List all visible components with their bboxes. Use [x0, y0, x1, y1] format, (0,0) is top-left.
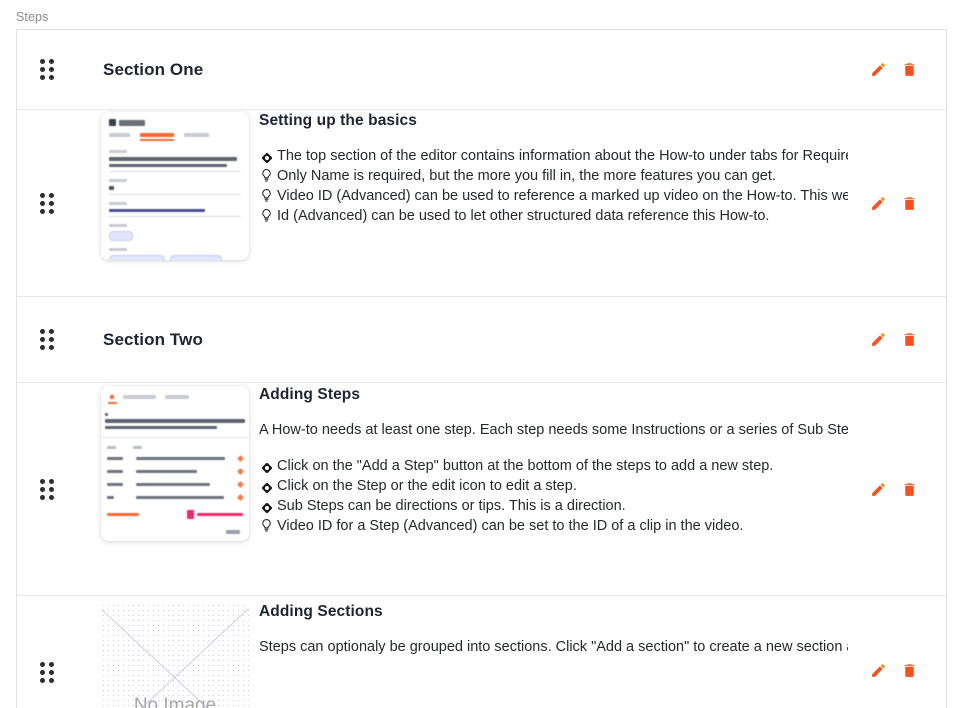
- edit-button[interactable]: [870, 61, 887, 78]
- row-actions: [848, 481, 946, 498]
- trash-icon: [904, 333, 915, 346]
- row-actions: [848, 662, 946, 679]
- delete-button[interactable]: [901, 195, 918, 212]
- edit-button[interactable]: [870, 662, 887, 679]
- sub-step-text: Only Name is required, but the more you …: [277, 168, 776, 184]
- mini-editor-preview: [101, 112, 249, 260]
- step-instructions: A How-to needs at least one step. Each s…: [259, 422, 848, 438]
- sub-step-text: Video ID for a Step (Advanced) can be se…: [277, 518, 744, 534]
- sub-step-text: Video ID (Advanced) can be used to refer…: [277, 188, 848, 204]
- sub-step-text: Id (Advanced) can be used to let other s…: [277, 208, 770, 224]
- drag-dots: [40, 329, 54, 350]
- sub-step-text: Click on the Step or the edit icon to ed…: [277, 478, 577, 494]
- delete-button[interactable]: [901, 331, 918, 348]
- drag-dots: [40, 192, 54, 214]
- step-heading: Adding Sections: [259, 603, 383, 620]
- edit-button[interactable]: [870, 481, 887, 498]
- step-body: No Image Adding Sections Steps can optio…: [77, 596, 848, 708]
- sub-step-item: Click on the Step or the edit icon to ed…: [259, 476, 848, 496]
- lightbulb-icon: [259, 517, 274, 533]
- drag-handle-icon[interactable]: [17, 59, 77, 80]
- diamond-icon: [259, 497, 274, 517]
- pencil-icon: [872, 63, 885, 76]
- sub-step-list: Click on the "Add a Step" button at the …: [259, 456, 848, 536]
- section-title: Section One: [103, 59, 204, 79]
- drag-handle-icon[interactable]: [17, 662, 77, 683]
- diamond-icon: [259, 477, 274, 497]
- trash-icon: [904, 196, 915, 210]
- lightbulb-icon: [259, 167, 274, 183]
- step-heading: Adding Steps: [259, 386, 361, 403]
- step-heading: Setting up the basics: [259, 112, 417, 129]
- drag-handle-icon[interactable]: [17, 329, 77, 350]
- step-body: Setting up the basics The top section of…: [77, 110, 848, 296]
- sub-step-item: Video ID (Advanced) can be used to refer…: [259, 186, 848, 206]
- sub-step-text: Sub Steps can be directions or tips. Thi…: [277, 498, 626, 514]
- delete-button[interactable]: [901, 662, 918, 679]
- lightbulb-icon: [259, 187, 274, 203]
- sub-step-item: The top section of the editor contains i…: [259, 146, 848, 166]
- sub-step-item: Video ID for a Step (Advanced) can be se…: [259, 516, 848, 536]
- no-image-label: No Image: [133, 694, 217, 708]
- sub-step-list: The top section of the editor contains i…: [259, 146, 848, 226]
- step-row[interactable]: Adding Steps A How-to needs at least one…: [17, 383, 946, 596]
- step-thumbnail[interactable]: [101, 112, 249, 260]
- sub-step-text: Click on the "Add a Step" button at the …: [277, 458, 774, 474]
- sub-step-text: The top section of the editor contains i…: [277, 148, 848, 164]
- trash-icon: [904, 482, 915, 496]
- steps-editor-page: Steps Section One Setting up the basics …: [0, 0, 963, 708]
- trash-icon: [904, 63, 915, 76]
- trash-icon: [904, 664, 915, 677]
- edit-button[interactable]: [870, 331, 887, 348]
- drag-handle-icon[interactable]: [17, 478, 77, 500]
- step-text: Setting up the basics The top section of…: [259, 112, 848, 226]
- pencil-icon: [872, 482, 885, 496]
- mini-steps-table-preview: [101, 386, 249, 541]
- section-title: Section Two: [103, 329, 203, 349]
- no-image-placeholder-icon: No Image: [101, 603, 249, 708]
- step-instructions: Steps can optionaly be grouped into sect…: [259, 639, 848, 655]
- step-thumbnail[interactable]: No Image: [101, 603, 249, 708]
- steps-list-panel: Section One Setting up the basics The to…: [16, 29, 947, 708]
- step-text: Adding Sections Steps can optionaly be g…: [259, 603, 848, 673]
- drag-handle-icon[interactable]: [17, 192, 77, 214]
- step-row[interactable]: Setting up the basics The top section of…: [17, 110, 946, 297]
- section-row[interactable]: Section One: [17, 30, 946, 110]
- sub-step-item: Click on the "Add a Step" button at the …: [259, 456, 848, 476]
- section-row[interactable]: Section Two: [17, 297, 946, 383]
- sub-step-item: Id (Advanced) can be used to let other s…: [259, 206, 848, 226]
- sub-step-item: Only Name is required, but the more you …: [259, 166, 848, 186]
- step-body: Adding Steps A How-to needs at least one…: [77, 383, 848, 595]
- pencil-icon: [872, 664, 885, 677]
- drag-dots: [40, 478, 54, 500]
- sub-step-item: Sub Steps can be directions or tips. Thi…: [259, 496, 848, 516]
- step-thumbnail[interactable]: [101, 386, 249, 541]
- editor-screenshot-thumbnail: [101, 112, 249, 260]
- drag-dots: [40, 662, 54, 683]
- diamond-icon: [259, 457, 274, 477]
- drag-dots: [40, 59, 54, 80]
- diamond-icon: [259, 147, 274, 167]
- row-actions: [848, 61, 946, 78]
- steps-table-screenshot-thumbnail: [101, 386, 249, 541]
- lightbulb-icon: [259, 207, 274, 223]
- delete-button[interactable]: [901, 61, 918, 78]
- row-actions: [848, 331, 946, 348]
- step-row[interactable]: No Image Adding Sections Steps can optio…: [17, 596, 946, 708]
- field-label-steps: Steps: [16, 10, 49, 24]
- step-text: Adding Steps A How-to needs at least one…: [259, 386, 848, 536]
- row-actions: [848, 195, 946, 212]
- pencil-icon: [872, 196, 885, 210]
- delete-button[interactable]: [901, 481, 918, 498]
- edit-button[interactable]: [870, 195, 887, 212]
- pencil-icon: [872, 333, 885, 346]
